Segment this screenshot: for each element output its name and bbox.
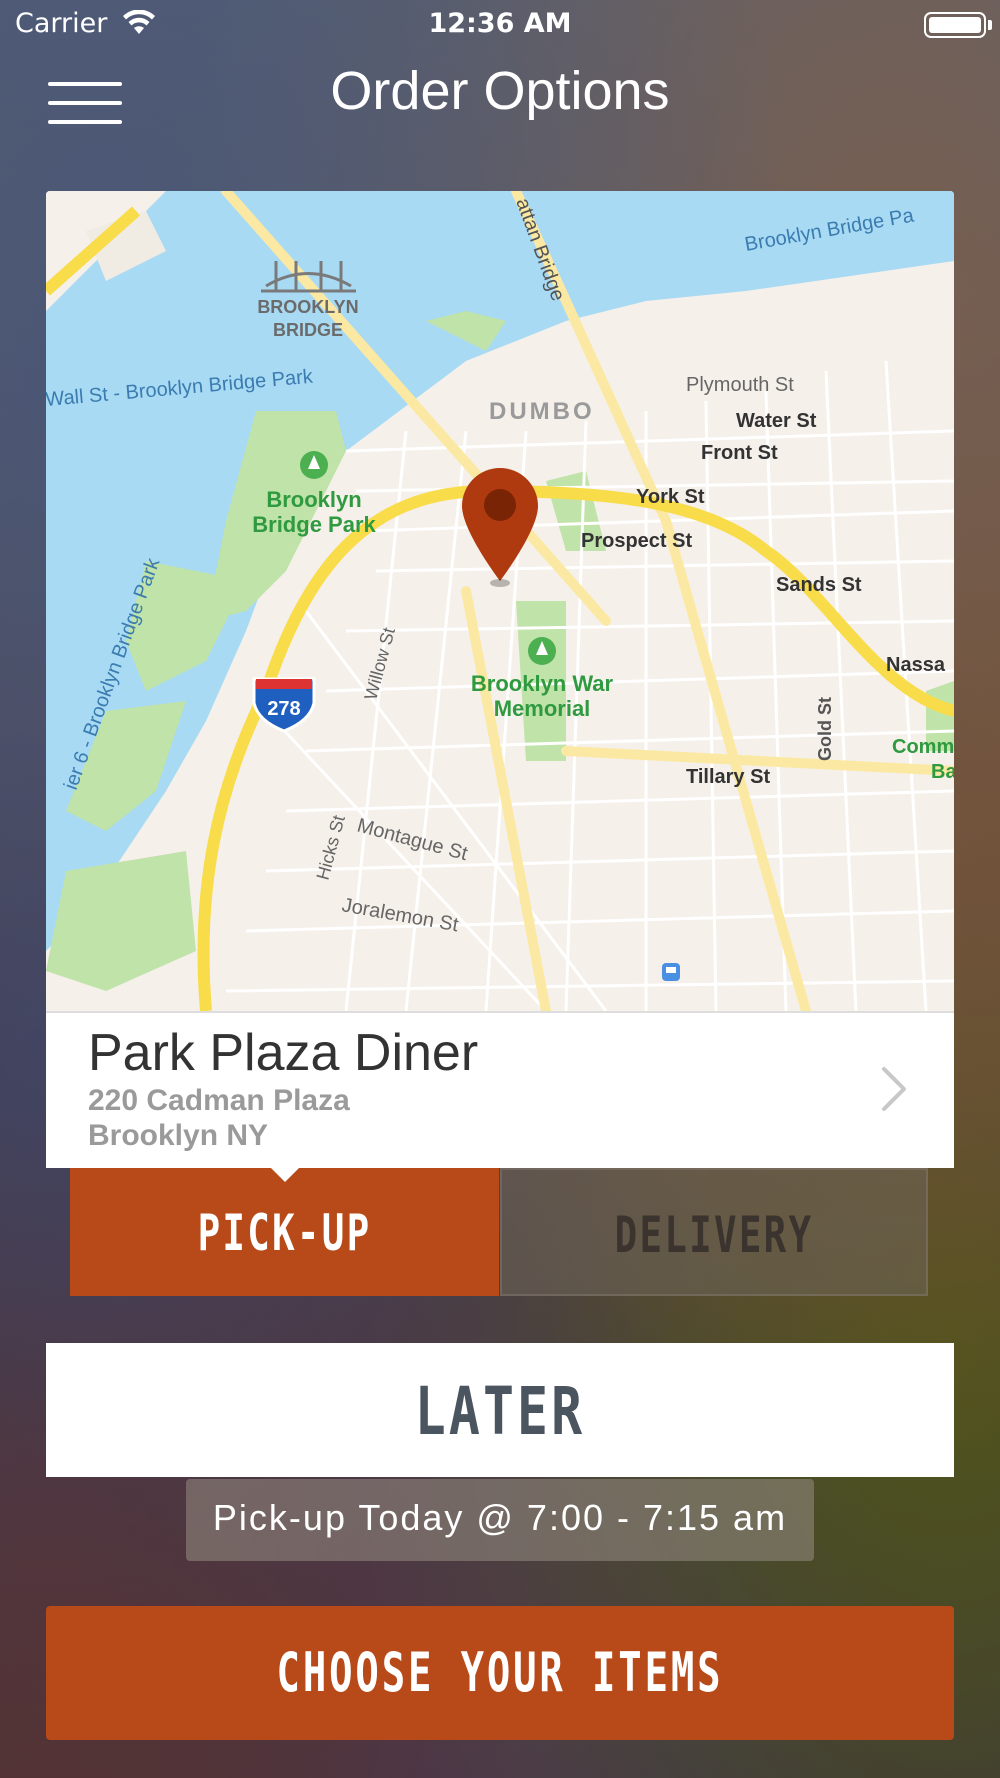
map-label-brooklyn-bridge: BROOKLYN	[257, 297, 358, 317]
status-time: 12:36 AM	[428, 8, 572, 39]
later-label: LATER	[414, 1373, 586, 1450]
map-label-water-st: Water St	[736, 410, 817, 432]
selected-caret-icon	[269, 1166, 301, 1182]
tab-delivery[interactable]: DELIVERY	[500, 1168, 928, 1296]
location-card[interactable]: Park Plaza Diner 220 Cadman Plaza Brookl…	[46, 1011, 954, 1168]
map-label-sands-st: Sands St	[776, 574, 862, 596]
map-label-nassau: Nassa	[886, 654, 946, 676]
transit-icon	[662, 963, 680, 981]
tab-delivery-label: DELIVERY	[614, 1206, 814, 1264]
status-bar: Carrier 12:36 AM	[0, 0, 1000, 50]
choose-items-label: CHOOSE YOUR ITEMS	[276, 1641, 724, 1704]
pickup-time-selector[interactable]: Pick-up Today @ 7:00 - 7:15 am	[186, 1479, 814, 1561]
tree-icon-memorial	[528, 637, 556, 665]
map-label-dumbo: DUMBO	[489, 398, 595, 425]
later-button[interactable]: LATER	[46, 1343, 954, 1477]
chevron-right-icon	[882, 1067, 906, 1111]
battery-icon	[924, 12, 986, 38]
order-type-tabs: PICK-UP DELIVERY	[70, 1166, 928, 1296]
pickup-time-text: Pick-up Today @ 7:00 - 7:15 am	[212, 1497, 788, 1538]
tab-pickup-label: PICK-UP	[197, 1204, 372, 1262]
map-label-park-2: Bridge Park	[252, 512, 376, 537]
address-line-2: Brooklyn NY	[88, 1119, 269, 1152]
map-label-prospect-st: Prospect St	[581, 530, 692, 552]
map-label-comm: Comm	[892, 736, 954, 758]
map-view[interactable]: BROOKLYN BRIDGE attan Bridge Brooklyn Br…	[46, 191, 954, 1011]
map-label-brooklyn-bridge-2: BRIDGE	[273, 320, 343, 340]
choose-items-button[interactable]: CHOOSE YOUR ITEMS	[46, 1606, 954, 1740]
map-label-tillary-st: Tillary St	[686, 766, 770, 788]
address-line-1: 220 Cadman Plaza	[88, 1084, 350, 1117]
map-label-york-st: York St	[636, 486, 705, 508]
map-label-front-st: Front St	[701, 442, 778, 464]
battery-tip	[988, 20, 992, 30]
map-label-war-memorial-2: Memorial	[494, 696, 591, 721]
map-label-gold-st: Gold St	[815, 697, 835, 761]
interstate-label: 278	[267, 698, 300, 720]
tab-pickup[interactable]: PICK-UP	[70, 1166, 499, 1296]
tree-icon	[300, 451, 328, 479]
page-title: Order Options	[330, 61, 670, 121]
map-label-war-memorial: Brooklyn War	[471, 671, 614, 696]
restaurant-name: Park Plaza Diner	[88, 1024, 479, 1082]
map-label-park: Brooklyn	[266, 487, 361, 512]
map-label-plymouth-st: Plymouth St	[686, 374, 794, 396]
map-label-comm-2: Ba	[931, 761, 954, 783]
